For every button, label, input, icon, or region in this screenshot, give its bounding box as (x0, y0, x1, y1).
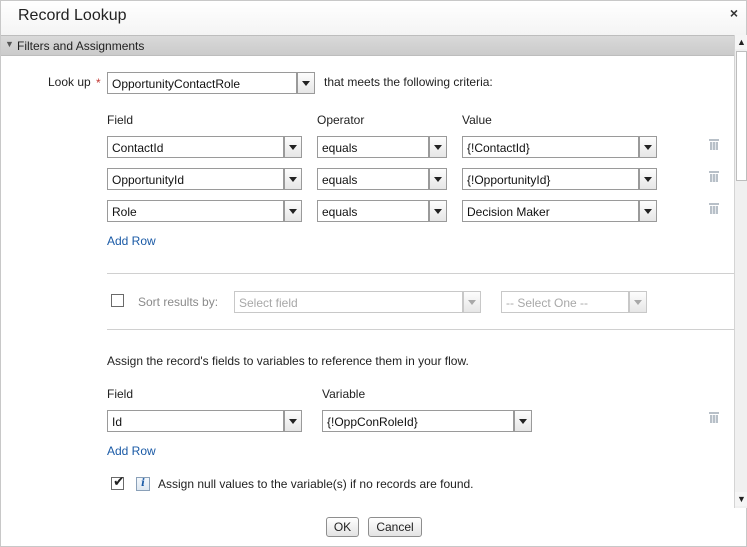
criteria-operator-select[interactable]: equals (317, 168, 447, 190)
lookup-object-input[interactable]: OpportunityContactRole (107, 72, 297, 94)
scroll-thumb[interactable] (736, 51, 747, 181)
sort-order-value[interactable]: -- Select One -- (501, 291, 629, 313)
add-criteria-row-link[interactable]: Add Row (107, 234, 156, 248)
criteria-value-input[interactable]: {!ContactId} (462, 136, 639, 158)
add-assignment-row-link[interactable]: Add Row (107, 444, 156, 458)
criteria-header-operator: Operator (317, 113, 365, 127)
criteria-value-combobox[interactable]: {!OpportunityId} (462, 168, 657, 190)
criteria-value-input[interactable]: Decision Maker (462, 200, 639, 222)
criteria-field-combobox[interactable]: ContactId (107, 136, 302, 158)
lookup-label: Look up (48, 75, 91, 89)
criteria-value-input[interactable]: {!OpportunityId} (462, 168, 639, 190)
lookup-object-combobox[interactable]: OpportunityContactRole (107, 72, 316, 94)
criteria-operator-value[interactable]: equals (317, 136, 429, 158)
criteria-field-input[interactable]: ContactId (107, 136, 284, 158)
vertical-scrollbar[interactable]: ▲ ▼ (734, 35, 747, 508)
chevron-down-icon[interactable] (639, 136, 657, 158)
trash-icon[interactable] (709, 203, 719, 214)
criteria-header-value: Value (462, 113, 492, 127)
criteria-operator-value[interactable]: equals (317, 200, 429, 222)
lookup-criteria-text: that meets the following criteria: (324, 75, 493, 89)
record-lookup-dialog: Record Lookup × ▼ Filters and Assignment… (0, 0, 747, 547)
divider (107, 273, 734, 274)
chevron-down-icon[interactable] (284, 410, 302, 432)
collapse-arrow-icon[interactable]: ▼ (5, 39, 14, 49)
criteria-value-combobox[interactable]: Decision Maker (462, 200, 657, 222)
assignment-field-input[interactable]: Id (107, 410, 284, 432)
cancel-button[interactable]: Cancel (368, 517, 422, 537)
assign-null-values-checkbox[interactable]: ✔ (111, 473, 125, 490)
criteria-operator-select[interactable]: equals (317, 200, 447, 222)
assignment-variable-input[interactable]: {!OppConRoleId} (322, 410, 514, 432)
scroll-down-arrow-icon[interactable]: ▼ (735, 492, 747, 506)
assignment-header-field: Field (107, 387, 134, 401)
section-title: Filters and Assignments (17, 39, 145, 53)
criteria-header-field: Field (107, 113, 134, 127)
criteria-field-input[interactable]: Role (107, 200, 284, 222)
close-icon[interactable]: × (730, 5, 738, 21)
assign-null-values-label: Assign null values to the variable(s) if… (158, 477, 474, 491)
chevron-down-icon[interactable] (284, 136, 302, 158)
criteria-field-combobox[interactable]: Role (107, 200, 302, 222)
chevron-down-icon[interactable] (629, 291, 647, 313)
trash-icon[interactable] (709, 139, 719, 150)
scroll-up-arrow-icon[interactable]: ▲ (735, 35, 747, 49)
divider (107, 329, 734, 330)
chevron-down-icon[interactable] (639, 168, 657, 190)
criteria-operator-select[interactable]: equals (317, 136, 447, 158)
assignment-description: Assign the record's fields to variables … (107, 354, 469, 368)
sort-order-select[interactable]: -- Select One -- (501, 291, 647, 313)
dialog-title: Record Lookup (18, 7, 127, 24)
criteria-field-combobox[interactable]: OpportunityId (107, 168, 302, 190)
ok-button[interactable]: OK (326, 517, 359, 537)
criteria-field-input[interactable]: OpportunityId (107, 168, 284, 190)
trash-icon[interactable] (709, 171, 719, 182)
chevron-down-icon[interactable] (639, 200, 657, 222)
sort-field-input[interactable]: Select field (234, 291, 463, 313)
info-icon[interactable]: i (136, 477, 150, 491)
chevron-down-icon[interactable] (514, 410, 532, 432)
assignment-variable-combobox[interactable]: {!OppConRoleId} (322, 410, 532, 432)
trash-icon[interactable] (709, 412, 719, 423)
chevron-down-icon[interactable] (429, 168, 447, 190)
chevron-down-icon[interactable] (284, 200, 302, 222)
chevron-down-icon[interactable] (463, 291, 481, 313)
assignment-field-combobox[interactable]: Id (107, 410, 302, 432)
assignment-header-variable: Variable (322, 387, 366, 401)
chevron-down-icon[interactable] (429, 136, 447, 158)
criteria-operator-value[interactable]: equals (317, 168, 429, 190)
chevron-down-icon[interactable] (297, 72, 315, 94)
criteria-value-combobox[interactable]: {!ContactId} (462, 136, 657, 158)
dialog-titlebar: Record Lookup × (1, 1, 746, 35)
section-header-filters[interactable]: ▼ Filters and Assignments (1, 35, 734, 56)
required-marker: * (96, 76, 101, 90)
check-icon: ✔ (113, 473, 125, 489)
sort-field-combobox[interactable]: Select field (234, 291, 481, 313)
chevron-down-icon[interactable] (284, 168, 302, 190)
sort-results-label: Sort results by: (138, 295, 219, 309)
chevron-down-icon[interactable] (429, 200, 447, 222)
sort-results-checkbox[interactable] (111, 294, 124, 307)
